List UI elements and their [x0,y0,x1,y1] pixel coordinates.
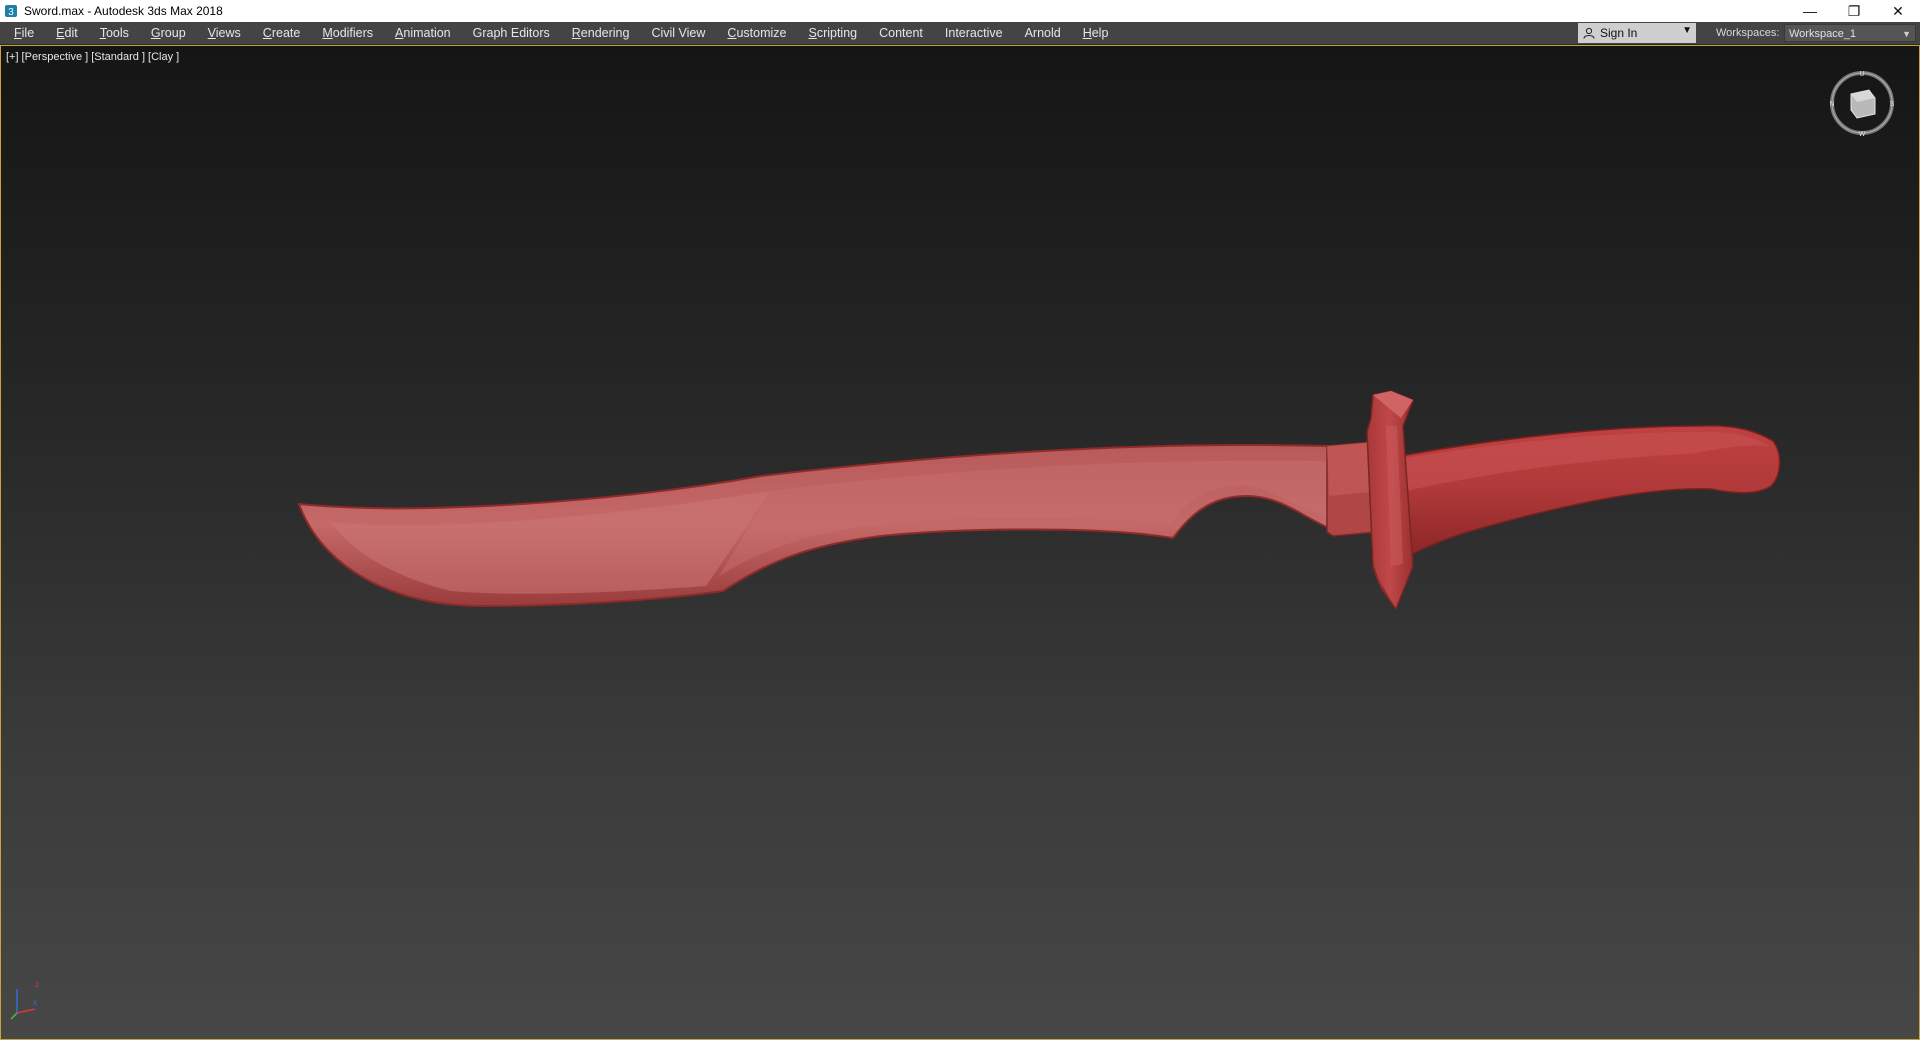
app-window: 3 Sword.max - Autodesk 3ds Max 2018 — ❐ … [0,0,1920,1040]
menu-content[interactable]: Content [868,22,934,44]
workspace-value: Workspace_1 [1789,28,1857,40]
viewcube-left-letter: N [1829,101,1834,108]
minimize-button[interactable]: — [1788,0,1832,22]
workspace-select[interactable]: Workspace_1 ▼ [1784,24,1916,42]
perspective-viewport[interactable]: [+] [Perspective ] [Standard ] [Clay ] U… [0,45,1920,1040]
window-title: Sword.max - Autodesk 3ds Max 2018 [24,4,223,18]
close-button[interactable]: ✕ [1876,0,1920,22]
menu-graph-editors[interactable]: Graph Editors [462,22,561,44]
chevron-down-icon: ▼ [1682,25,1692,36]
restore-button[interactable]: ❐ [1832,0,1876,22]
axis-z-label: z [35,980,39,989]
sword-model[interactable] [1,46,1919,1039]
sign-in-button[interactable]: Sign In ▼ [1578,23,1696,43]
viewcube-top-letter: U [1859,71,1864,78]
workspaces-label: Workspaces: [1716,27,1780,39]
title-bar: 3 Sword.max - Autodesk 3ds Max 2018 — ❐ … [0,0,1920,22]
menu-items: File Edit Tools Group Views Create Modifiers An… [0,22,1119,44]
axis-tripod-icon: z x [10,980,39,1020]
menu-customize[interactable]: Customize [716,22,797,44]
svg-text:3: 3 [8,7,14,18]
menu-arnold[interactable]: Arnold [1014,22,1072,44]
viewcube-right-letter: S [1890,101,1895,108]
menu-edit[interactable]: Edit [45,22,89,44]
sword-collar-top [1327,442,1373,496]
user-icon [1583,27,1595,39]
menu-animation[interactable]: Animation [384,22,462,44]
menu-civil-view[interactable]: Civil View [640,22,716,44]
menu-views[interactable]: Views [197,22,252,44]
menu-rendering[interactable]: Rendering [561,22,641,44]
sign-in-label: Sign In [1600,26,1638,40]
menu-group[interactable]: Group [140,22,197,44]
menu-interactive[interactable]: Interactive [934,22,1014,44]
menu-create[interactable]: Create [252,22,312,44]
menu-modifiers[interactable]: Modifiers [311,22,384,44]
menu-bar: File Edit Tools Group Views Create Modifiers An… [0,22,1920,45]
menu-help[interactable]: Help [1072,22,1120,44]
axis-x-label: x [33,998,37,1007]
chevron-down-icon: ▼ [1902,29,1911,39]
window-controls: — ❐ ✕ [1788,0,1920,22]
viewcube[interactable]: U N S W [1827,68,1897,138]
menu-file[interactable]: File [12,22,45,44]
menu-scripting[interactable]: Scripting [797,22,868,44]
app-logo-icon: 3 [5,5,17,18]
menu-tools[interactable]: Tools [89,22,140,44]
viewcube-bottom-letter: W [1859,131,1866,138]
